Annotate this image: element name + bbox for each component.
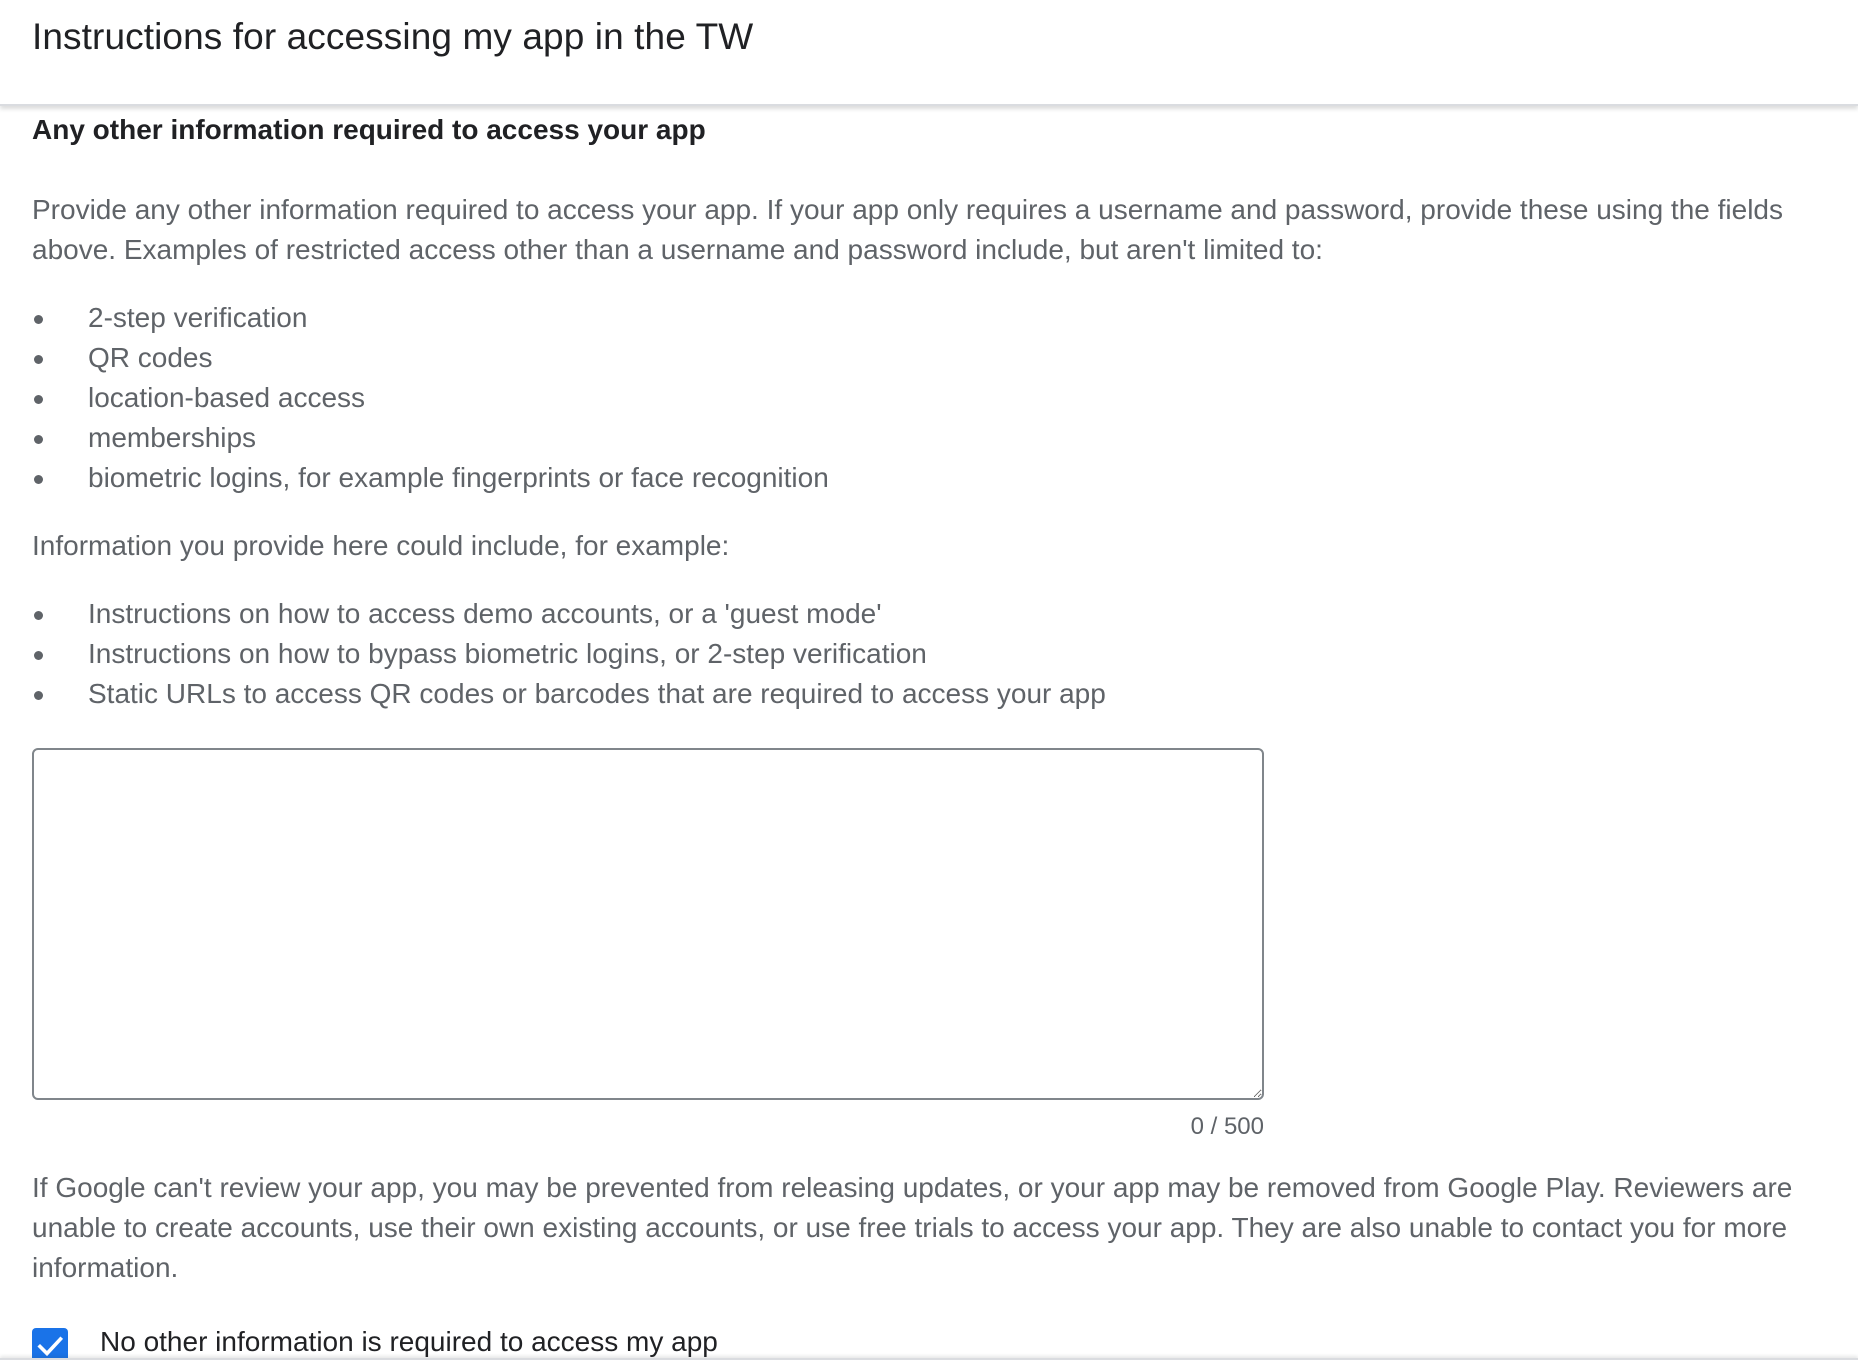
other-info-field-wrapper [32, 748, 1264, 1100]
list-item-label: QR codes [88, 342, 213, 373]
list-item: Instructions on how to bypass biometric … [32, 634, 1832, 674]
dialog-header: Instructions for accessing my app in the… [0, 0, 1858, 106]
review-warning: If Google can't review your app, you may… [32, 1172, 1793, 1283]
list-item: biometric logins, for example fingerprin… [32, 458, 1832, 498]
bullet-icon [34, 651, 43, 660]
access-examples-list: 2-step verification QR codes location-ba… [32, 298, 1832, 498]
info-examples-list: Instructions on how to access demo accou… [32, 594, 1832, 714]
list-item: memberships [32, 418, 1832, 458]
list-item-label: memberships [88, 422, 257, 453]
list-item-label: biometric logins, for example fingerprin… [88, 462, 829, 493]
no-other-info-label[interactable]: No other information is required to acce… [100, 1326, 718, 1358]
bullet-icon [34, 475, 43, 484]
info-intro: Information you provide here could inclu… [32, 530, 730, 561]
list-item-label: Static URLs to access QR codes or barcod… [88, 678, 1106, 709]
section-intro: Provide any other information required t… [32, 194, 1783, 265]
bullet-icon [34, 691, 43, 700]
character-counter: 0 / 500 [1190, 1113, 1264, 1140]
list-item: 2-step verification [32, 298, 1832, 338]
list-item: Static URLs to access QR codes or barcod… [32, 674, 1832, 714]
bullet-icon [34, 315, 43, 324]
list-item-label: Instructions on how to bypass biometric … [88, 638, 927, 669]
dialog-content: Any other information required to access… [32, 104, 1832, 1288]
section-title: Any other information required to access… [32, 114, 706, 145]
list-item: location-based access [32, 378, 1832, 418]
list-item: Instructions on how to access demo accou… [32, 594, 1832, 634]
list-item-label: 2-step verification [88, 302, 308, 333]
bullet-icon [34, 395, 43, 404]
dialog-title: Instructions for accessing my app in the… [32, 16, 754, 57]
list-item: QR codes [32, 338, 1832, 378]
list-item-label: Instructions on how to access demo accou… [88, 598, 882, 629]
bullet-icon [34, 611, 43, 620]
list-item-label: location-based access [88, 382, 366, 413]
other-info-textarea[interactable] [32, 748, 1264, 1100]
bullet-icon [34, 435, 43, 444]
bullet-icon [34, 355, 43, 364]
dialog-footer-divider [0, 1358, 1858, 1366]
